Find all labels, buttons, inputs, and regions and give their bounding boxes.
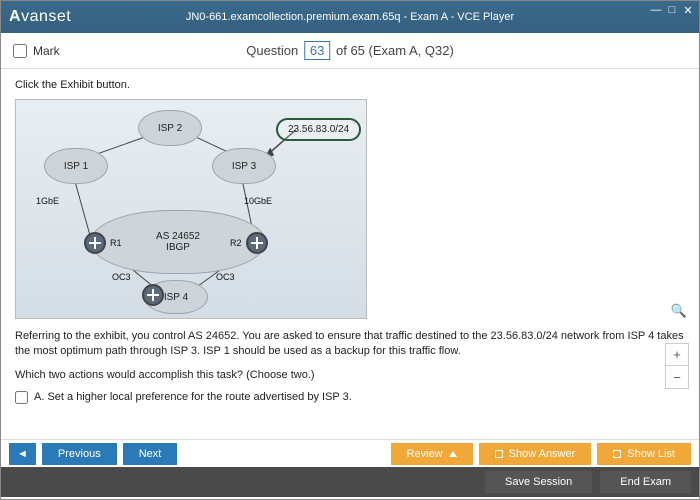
show-answer-button[interactable]: Show Answer bbox=[479, 443, 592, 465]
save-session-button[interactable]: Save Session bbox=[485, 471, 592, 493]
ip-prefix: 23.56.83.0/24 bbox=[276, 118, 361, 141]
exhibit-instruction: Click the Exhibit button. bbox=[15, 79, 685, 91]
oc3a-label: OC3 bbox=[112, 272, 131, 282]
zoom-controls: + − bbox=[665, 343, 689, 389]
isp3-cloud: ISP 3 bbox=[212, 148, 276, 184]
minimize-icon[interactable]: — bbox=[649, 3, 663, 17]
r1-label: R1 bbox=[110, 238, 122, 248]
option-a-checkbox[interactable] bbox=[15, 391, 28, 404]
window-title: JN0-661.examcollection.premium.exam.65q … bbox=[186, 11, 514, 23]
show-list-button[interactable]: Show List bbox=[597, 443, 691, 465]
search-icon[interactable]: 🔍 bbox=[671, 303, 687, 319]
link1-label: 1GbE bbox=[36, 196, 59, 206]
option-a[interactable]: A. Set a higher local preference for the… bbox=[15, 391, 685, 404]
zoom-in-button[interactable]: + bbox=[666, 344, 688, 366]
oc3b-label: OC3 bbox=[216, 272, 235, 282]
mark-checkbox[interactable] bbox=[13, 44, 27, 58]
router-isp4-icon bbox=[142, 284, 164, 306]
mark-checkbox-label[interactable]: Mark bbox=[13, 44, 60, 58]
zoom-out-button[interactable]: − bbox=[666, 366, 688, 388]
question-content: Click the Exhibit button. ISP 1 ISP 2 IS… bbox=[1, 69, 699, 439]
close-icon[interactable]: ✕ bbox=[681, 3, 695, 17]
network-diagram: ISP 1 ISP 2 ISP 3 AS 24652 IBGP ISP 4 23… bbox=[15, 99, 367, 319]
r2-label: R2 bbox=[230, 238, 242, 248]
question-number: 63 bbox=[304, 41, 330, 60]
review-button[interactable]: Review bbox=[391, 443, 473, 465]
isp2-cloud: ISP 2 bbox=[138, 110, 202, 146]
question-text: Referring to the exhibit, you control AS… bbox=[15, 329, 685, 360]
prev-arrow-button[interactable]: ◄ bbox=[9, 443, 36, 465]
next-button[interactable]: Next bbox=[123, 443, 178, 465]
maximize-icon[interactable]: □ bbox=[665, 3, 679, 17]
sub-question: Which two actions would accomplish this … bbox=[15, 368, 685, 383]
previous-button[interactable]: Previous bbox=[42, 443, 117, 465]
mark-text: Mark bbox=[33, 44, 60, 58]
end-exam-button[interactable]: End Exam bbox=[600, 471, 691, 493]
option-a-text: A. Set a higher local preference for the… bbox=[34, 391, 352, 404]
isp1-cloud: ISP 1 bbox=[44, 148, 108, 184]
link2-label: 10GbE bbox=[244, 196, 272, 206]
question-counter: Question 63 of 65 (Exam A, Q32) bbox=[246, 41, 454, 60]
app-logo: Avanset bbox=[9, 8, 71, 26]
router-r1-icon bbox=[84, 232, 106, 254]
router-r2-icon bbox=[246, 232, 268, 254]
